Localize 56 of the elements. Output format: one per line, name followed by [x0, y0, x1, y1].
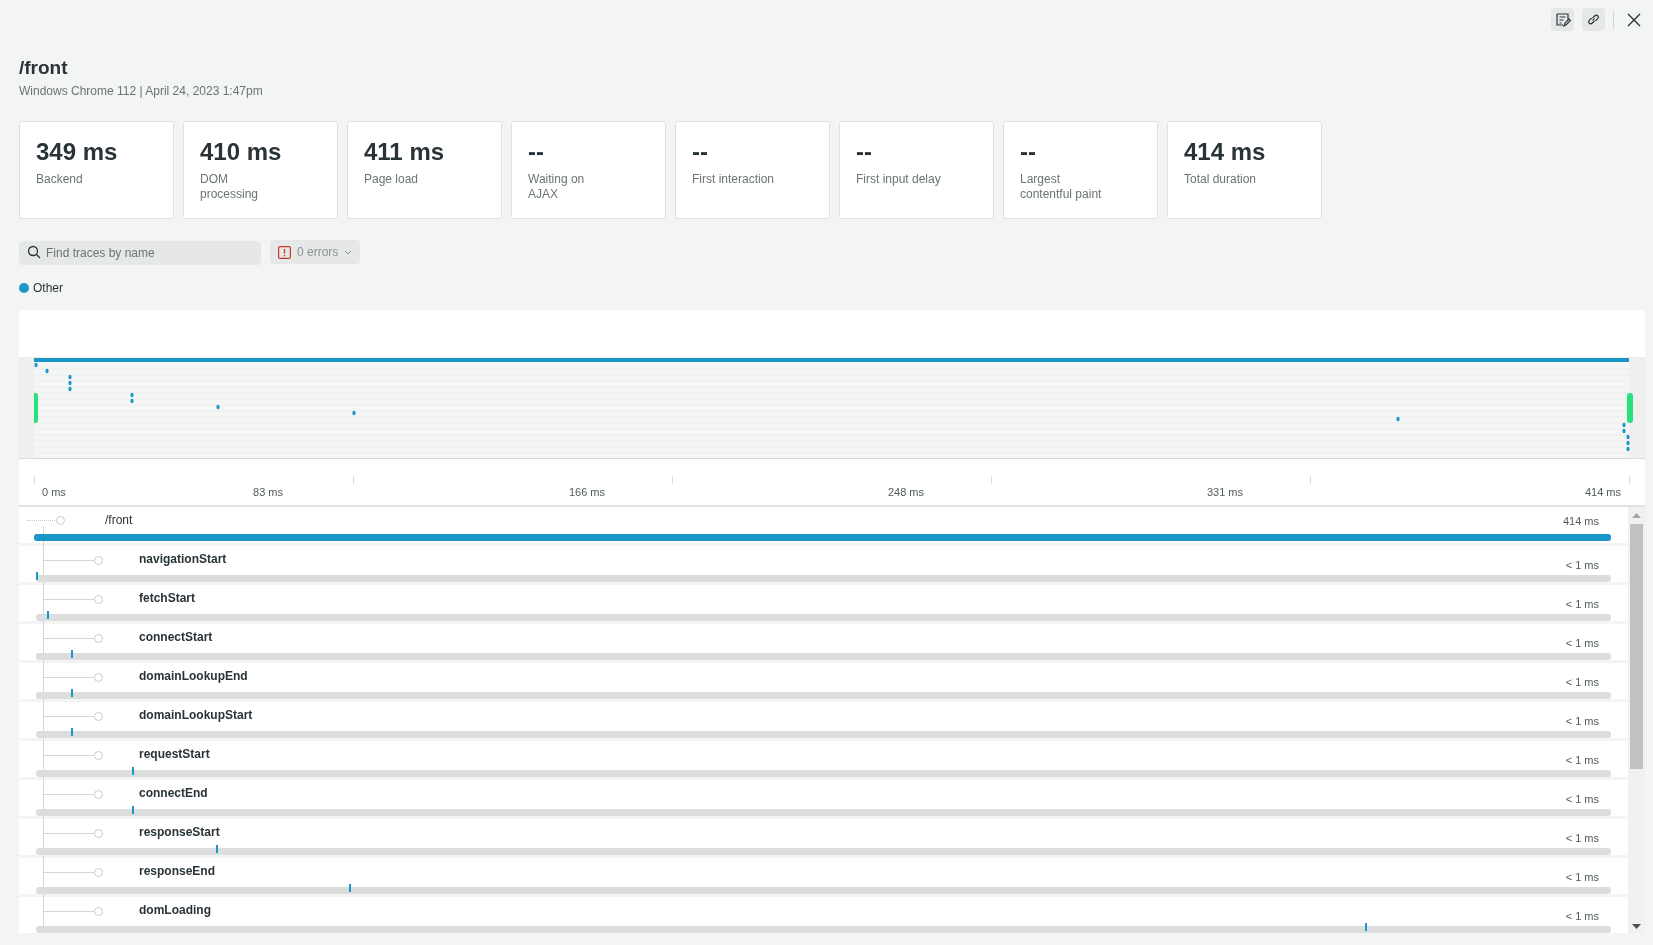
metric-value: -- [1020, 138, 1036, 166]
metric-value: -- [528, 138, 544, 166]
trace-name[interactable]: domainLookupEnd [139, 667, 248, 685]
metric-value: -- [692, 138, 708, 166]
metric-label: DOM processing [200, 172, 259, 202]
caret-icon [344, 249, 353, 255]
scroll-down-icon[interactable] [1632, 924, 1641, 929]
trace-name[interactable]: requestStart [139, 745, 210, 763]
trace-duration: 414 ms [1562, 514, 1599, 529]
axis-label: 83 ms [253, 485, 283, 500]
axis-label: 414 ms [1584, 485, 1621, 500]
metric-label: First interaction [692, 172, 775, 187]
trace-duration: < 1 ms [1565, 909, 1599, 924]
metric-value: 414 ms [1184, 138, 1266, 166]
metric-value: 349 ms [36, 138, 118, 166]
trace-duration: < 1 ms [1565, 714, 1599, 729]
axis-label: 331 ms [1206, 485, 1244, 500]
scrollbar-thumb[interactable] [1630, 524, 1643, 769]
axis-label: 248 ms [887, 485, 925, 500]
metric-label: First input delay [856, 172, 941, 187]
trace-name[interactable]: responseStart [139, 823, 220, 841]
trace-duration: < 1 ms [1565, 792, 1599, 807]
axis-label: 166 ms [568, 485, 606, 500]
trace-name[interactable]: connectStart [139, 628, 213, 646]
trace-duration: < 1 ms [1565, 675, 1599, 690]
metric-value: 410 ms [200, 138, 282, 166]
trace-duration: < 1 ms [1565, 597, 1599, 612]
metric-value: -- [856, 138, 872, 166]
legend-label: Other [33, 280, 63, 297]
scrollbar[interactable] [1628, 507, 1645, 933]
alert-icon [278, 245, 291, 259]
search-icon [27, 245, 41, 259]
page-subtitle: Windows Chrome 112 | April 24, 2023 1:47pm [19, 83, 263, 100]
trace-duration: < 1 ms [1565, 558, 1599, 573]
trace-name[interactable]: connectEnd [139, 784, 208, 802]
metric-label: Backend [36, 172, 83, 187]
trace-name[interactable]: domLoading [139, 901, 211, 919]
metric-label: Largest contentful paint [1020, 172, 1102, 202]
trace-duration: < 1 ms [1565, 831, 1599, 846]
trace-duration: < 1 ms [1565, 636, 1599, 651]
trace-name[interactable]: responseEnd [139, 862, 216, 880]
trace-duration: < 1 ms [1565, 753, 1599, 768]
metric-label: Total duration [1184, 172, 1257, 187]
metric-value: 411 ms [364, 138, 445, 166]
metric-label: Waiting on AJAX [528, 172, 585, 202]
trace-name[interactable]: domainLookupStart [139, 706, 253, 724]
trace-duration: < 1 ms [1565, 870, 1599, 885]
trace-name[interactable]: fetchStart [139, 589, 195, 607]
metric-label: Page load [364, 172, 419, 187]
trace-name[interactable]: navigationStart [139, 550, 227, 568]
link-icon[interactable] [1582, 8, 1605, 31]
page-title: /front [19, 56, 68, 80]
search-field[interactable]: Find traces by name [19, 241, 261, 265]
axis-label: 0 ms [42, 485, 66, 500]
trace-name[interactable]: /front [105, 511, 133, 529]
notes-icon[interactable] [1551, 8, 1574, 31]
